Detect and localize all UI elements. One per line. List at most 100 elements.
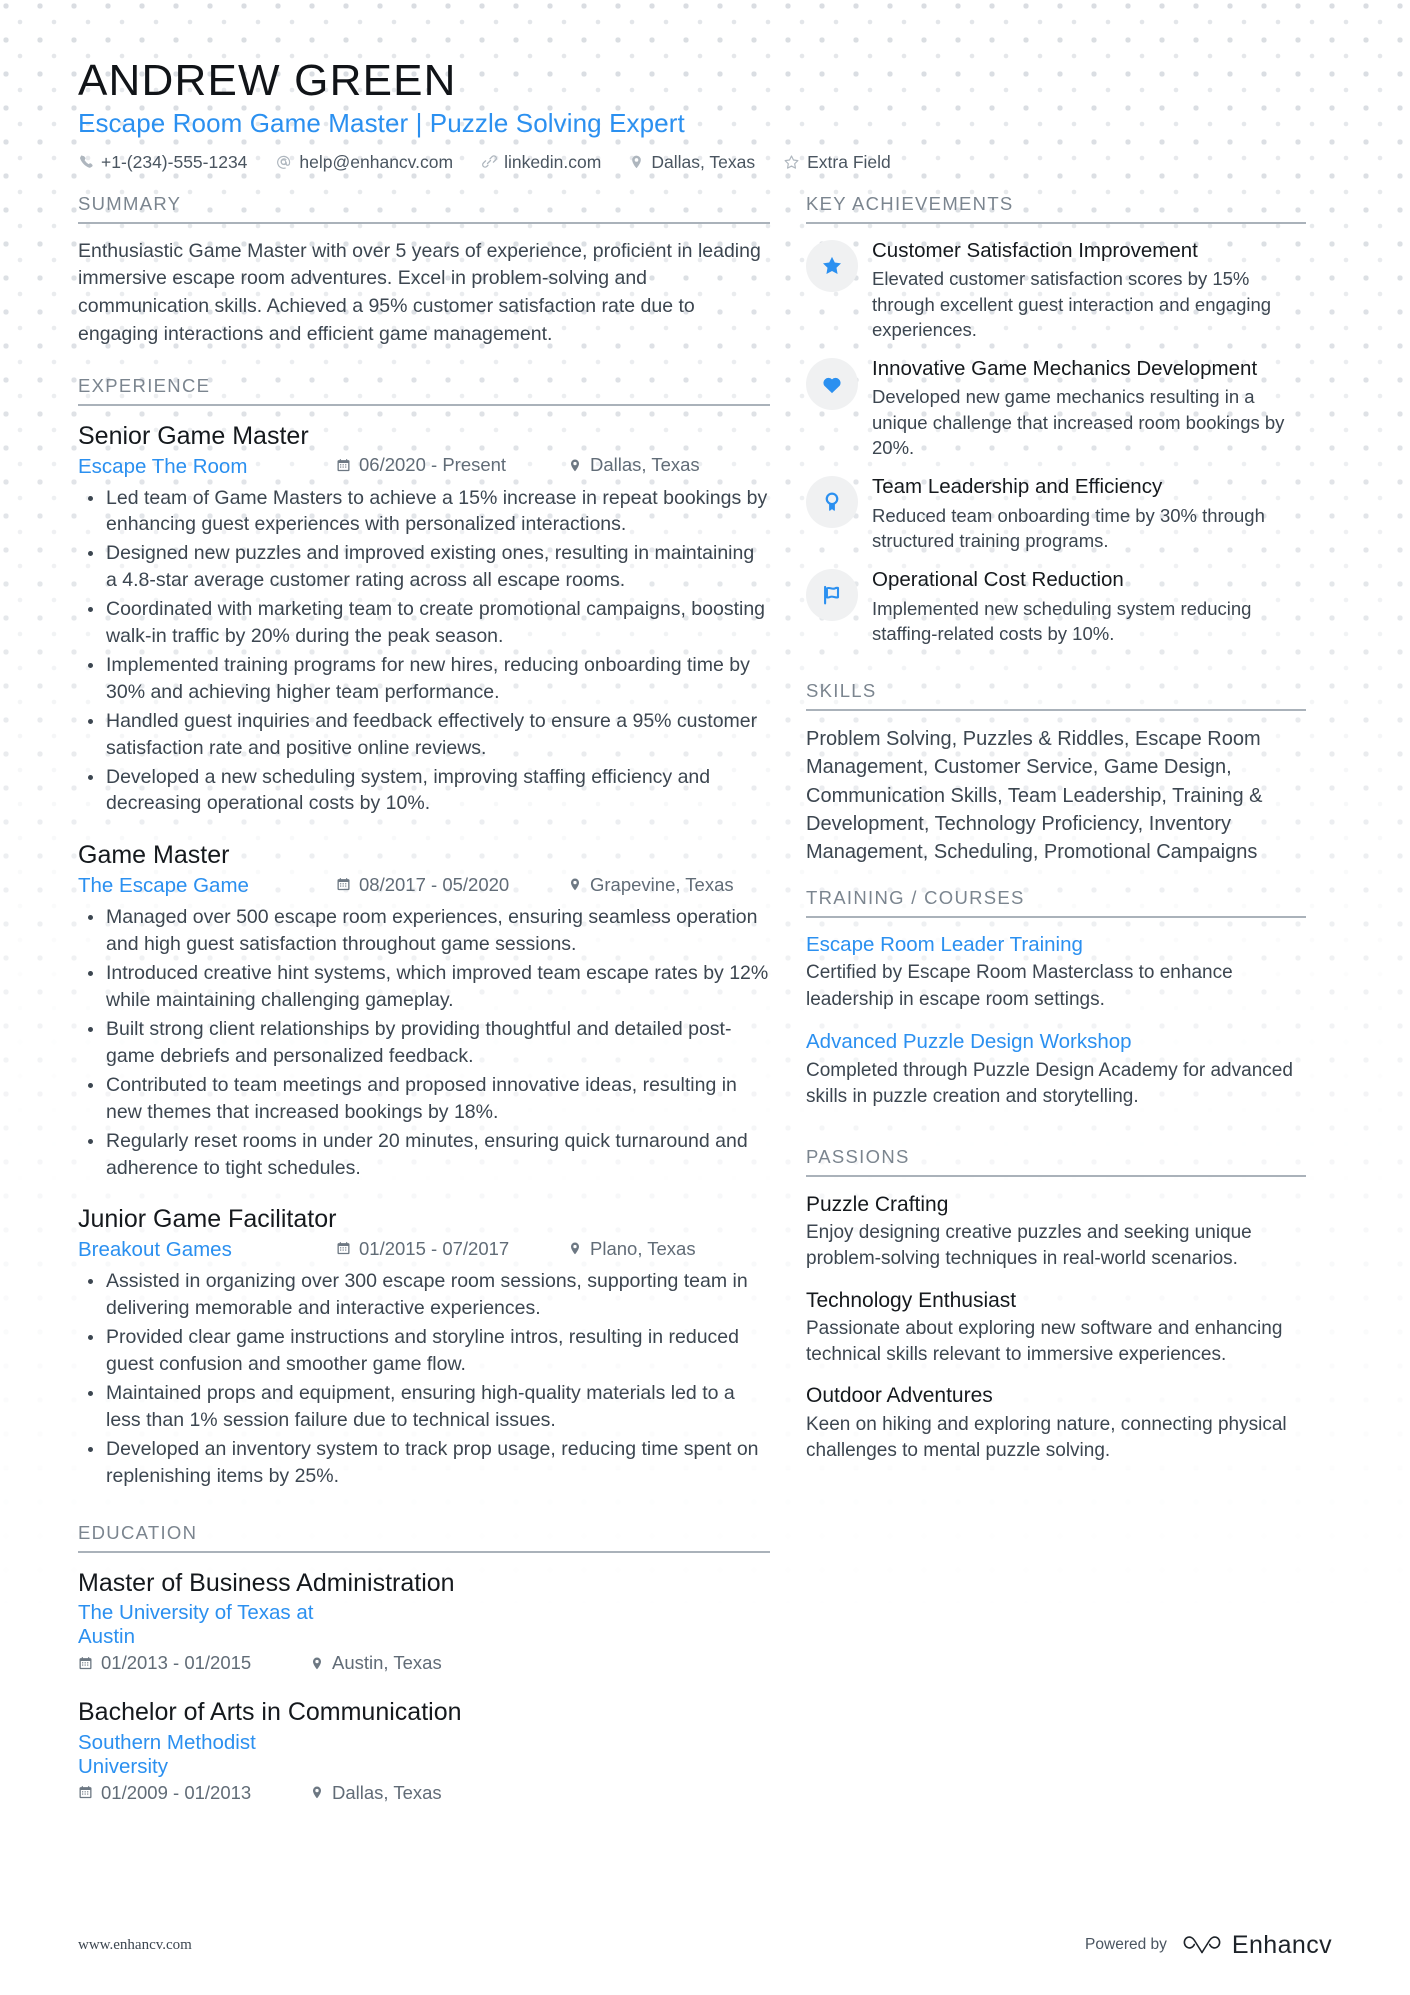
- education-degree: Master of Business Administration: [78, 1568, 455, 1597]
- course-item: Escape Room Leader Training Certified by…: [806, 932, 1306, 1013]
- experience-company[interactable]: The Escape Game: [78, 874, 336, 898]
- achievement-description: Reduced team onboarding time by 30% thro…: [872, 504, 1265, 551]
- section-title-key-achievements: KEY ACHIEVEMENTS: [806, 192, 1014, 214]
- star-outline-icon: [783, 154, 800, 171]
- contact-row: +1-(234)-555-1234 help@enhancv.com linke…: [78, 152, 1332, 173]
- contact-extra-field[interactable]: Extra Field: [783, 152, 891, 173]
- passion-item: Outdoor Adventures Keen on hiking and ex…: [806, 1382, 1306, 1464]
- experience-bullet: Introduced creative hint systems, which …: [80, 960, 770, 1014]
- achievement-item: Customer Satisfaction Improvement Elevat…: [806, 238, 1306, 342]
- education-location-text: Dallas, Texas: [332, 1781, 442, 1803]
- contact-phone-text: +1-(234)-555-1234: [101, 151, 248, 172]
- passion-item: Puzzle Crafting Enjoy designing creative…: [806, 1191, 1306, 1273]
- achievement-description: Elevated customer satisfaction scores by…: [872, 268, 1272, 340]
- location-pin-icon: [310, 1785, 324, 1800]
- experience-bullet: Coordinated with marketing team to creat…: [80, 596, 770, 650]
- badge-pin-icon: [806, 475, 858, 528]
- page-footer: www.enhancv.com Powered by Enhancv: [0, 1895, 1410, 1995]
- experience-company[interactable]: Breakout Games: [78, 1238, 336, 1262]
- experience-company[interactable]: Escape The Room: [78, 455, 336, 479]
- experience-bullet: Handled guest inquiries and feedback eff…: [80, 708, 770, 762]
- section-title-skills: SKILLS: [806, 679, 877, 701]
- section-title-experience: EXPERIENCE: [78, 374, 211, 396]
- section-rule: [78, 1550, 770, 1553]
- flag-icon: [806, 568, 858, 621]
- experience-location-text: Dallas, Texas: [590, 454, 700, 476]
- passion-item: Technology Enthusiast Passionate about e…: [806, 1287, 1306, 1369]
- achievement-item: Operational Cost Reduction Implemented n…: [806, 567, 1306, 646]
- experience-bullet: Implemented training programs for new hi…: [80, 652, 770, 706]
- experience-dates-text: 01/2015 - 07/2017: [359, 1237, 510, 1259]
- experience-dates: 06/2020 - Present: [336, 454, 568, 476]
- contact-phone[interactable]: +1-(234)-555-1234: [78, 152, 247, 173]
- experience-job-title: Senior Game Master: [78, 421, 309, 450]
- contact-location[interactable]: Dallas, Texas: [629, 152, 755, 173]
- section-experience: EXPERIENCE Senior Game Master Escape The…: [78, 375, 770, 1490]
- section-title-training-courses: TRAINING / COURSES: [806, 886, 1025, 908]
- achievement-description: Developed new game mechanics resulting i…: [872, 386, 1285, 458]
- contact-email-text: help@enhancv.com: [299, 151, 454, 172]
- section-skills: SKILLS Problem Solving, Puzzles & Riddle…: [806, 680, 1306, 867]
- course-description: Completed through Puzzle Design Academy …: [806, 1059, 1293, 1107]
- section-rule: [806, 1174, 1306, 1177]
- section-title-summary: SUMMARY: [78, 192, 182, 214]
- passion-title: Puzzle Crafting: [806, 1192, 949, 1216]
- star-icon: [806, 239, 858, 292]
- heart-icon: [806, 357, 858, 410]
- education-dates-text: 01/2013 - 01/2015: [101, 1652, 252, 1674]
- experience-job-title: Game Master: [78, 841, 230, 870]
- section-rule: [806, 915, 1306, 918]
- contact-link-text: linkedin.com: [504, 151, 602, 172]
- experience-bullet: Developed an inventory system to track p…: [80, 1436, 770, 1490]
- email-icon: [275, 154, 292, 171]
- phone-icon: [78, 154, 94, 170]
- contact-link[interactable]: linkedin.com: [481, 152, 601, 173]
- experience-bullet: Designed new puzzles and improved existi…: [80, 540, 770, 594]
- experience-entry: Game Master The Escape Game 08/2017 - 05…: [78, 839, 770, 1181]
- experience-bullet: Contributed to team meetings and propose…: [80, 1072, 770, 1126]
- education-school[interactable]: The University of Texas at Austin: [78, 1601, 328, 1649]
- footer-website-url[interactable]: www.enhancv.com: [78, 1937, 192, 1954]
- calendar-icon: [336, 877, 351, 892]
- education-meta: 01/2009 - 01/2013 Dallas, Texas: [78, 1782, 770, 1804]
- experience-bullet: Provided clear game instructions and sto…: [80, 1324, 770, 1378]
- experience-meta: Escape The Room 06/2020 - Present Dallas…: [78, 454, 770, 479]
- candidate-headline: Escape Room Game Master | Puzzle Solving…: [78, 108, 685, 139]
- experience-location: Grapevine, Texas: [568, 874, 734, 896]
- experience-dates-text: 08/2017 - 05/2020: [359, 873, 510, 895]
- experience-location: Dallas, Texas: [568, 454, 700, 476]
- resume-page: ANDREW GREEN Escape Room Game Master | P…: [0, 0, 1410, 1995]
- education-dates: 01/2013 - 01/2015: [78, 1652, 310, 1674]
- education-degree: Bachelor of Arts in Communication: [78, 1698, 462, 1727]
- section-rule: [78, 403, 770, 406]
- section-title-education: EDUCATION: [78, 1521, 198, 1543]
- experience-bullet: Maintained props and equipment, ensuring…: [80, 1380, 770, 1434]
- contact-location-text: Dallas, Texas: [651, 151, 756, 172]
- location-pin-icon: [568, 1241, 582, 1256]
- education-meta: 01/2013 - 01/2015 Austin, Texas: [78, 1652, 770, 1674]
- course-title[interactable]: Escape Room Leader Training: [806, 932, 1306, 959]
- section-summary: SUMMARY Enthusiastic Game Master with ov…: [78, 193, 770, 349]
- experience-bullet: Developed a new scheduling system, impro…: [80, 764, 770, 818]
- education-school[interactable]: Southern Methodist University: [78, 1731, 328, 1779]
- section-key-achievements: KEY ACHIEVEMENTS Customer Satisfaction I…: [806, 193, 1306, 646]
- experience-bullet: Built strong client relationships by pro…: [80, 1016, 770, 1070]
- contact-email[interactable]: help@enhancv.com: [275, 152, 453, 173]
- experience-bullet: Managed over 500 escape room experiences…: [80, 904, 770, 958]
- location-pin-icon: [310, 1656, 324, 1671]
- passion-description: Keen on hiking and exploring nature, con…: [806, 1413, 1287, 1461]
- course-title[interactable]: Advanced Puzzle Design Workshop: [806, 1029, 1306, 1056]
- experience-dates: 08/2017 - 05/2020: [336, 874, 568, 896]
- passion-title: Technology Enthusiast: [806, 1288, 1017, 1312]
- resume-header: ANDREW GREEN Escape Room Game Master | P…: [78, 56, 1332, 173]
- enhancv-logo-icon: [1181, 1932, 1223, 1958]
- experience-bullet: Assisted in organizing over 300 escape r…: [80, 1268, 770, 1322]
- experience-entry: Junior Game Facilitator Breakout Games 0…: [78, 1203, 770, 1489]
- section-rule: [806, 708, 1306, 711]
- education-location: Dallas, Texas: [310, 1782, 442, 1804]
- experience-location-text: Plano, Texas: [590, 1237, 696, 1259]
- enhancv-brand[interactable]: Enhancv: [1181, 1931, 1332, 1960]
- experience-job-title: Junior Game Facilitator: [78, 1205, 337, 1234]
- education-dates-text: 01/2009 - 01/2013: [101, 1781, 252, 1803]
- resume-content: ANDREW GREEN Escape Room Game Master | P…: [0, 0, 1410, 1810]
